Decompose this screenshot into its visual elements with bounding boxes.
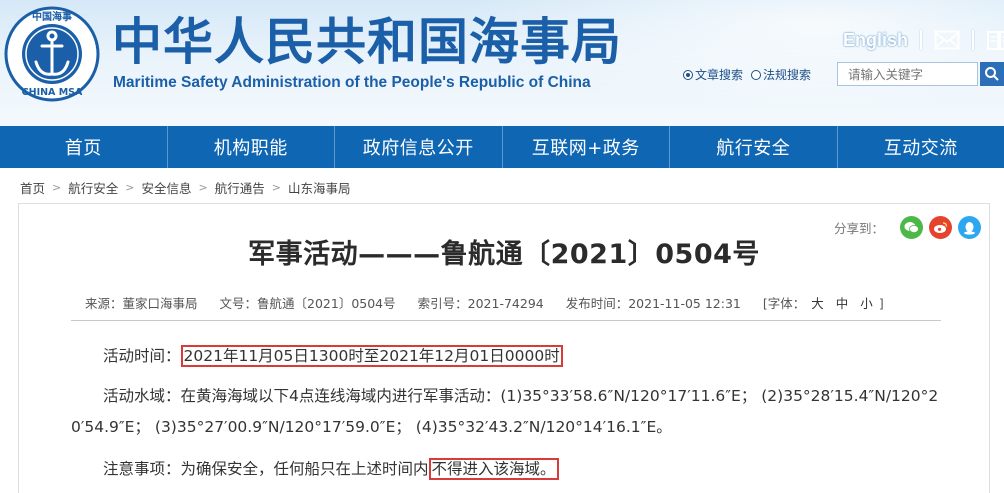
nav-item-gov-info[interactable]: 政府信息公开: [335, 126, 503, 168]
activity-area-line-1: 活动水域：在黄海海域以下4点连线海域内进行军事活动：(1)35°33′58.6″…: [103, 387, 939, 405]
font-size-bracket: ]: [878, 296, 884, 311]
activity-time-paragraph: 活动时间： 2021年11月05日1300时至2021年12月01日0000时: [103, 341, 959, 371]
site-title: 中华人民共和国海事局: [112, 13, 622, 71]
notice-paragraph: 注意事项：为确保安全，任何船只在上述时间内 不得进入该海域。: [103, 454, 959, 484]
msa-emblem-icon[interactable]: 中国海事 CHINA MSA: [4, 6, 100, 102]
activity-time-value: 2021年11月05日1300时至2021年12月01日0000时: [180, 345, 563, 367]
nav-item-internet-gov[interactable]: 互联网+政务: [503, 126, 670, 168]
search-icon: [985, 67, 999, 81]
chevron-right-icon: >: [271, 180, 281, 194]
breadcrumb-item[interactable]: 山东海事局: [288, 178, 351, 197]
font-size-label: [字体：: [762, 296, 806, 311]
meta-source: 来源：董家口海事局: [85, 296, 198, 311]
divider: [920, 30, 923, 50]
site-subtitle: Maritime Safety Administration of the Pe…: [113, 74, 591, 91]
breadcrumb-item[interactable]: 安全信息: [141, 178, 191, 197]
top-links: English: [843, 26, 1004, 54]
meta-index-number: 索引号：2021-74294: [417, 296, 544, 311]
article-meta: 来源：董家口海事局 文号：鲁航通〔2021〕0504号 索引号：2021-742…: [85, 293, 906, 312]
breadcrumb-item[interactable]: 首页: [20, 178, 45, 197]
article-title: 军事活动———鲁航通〔2021〕0504号: [248, 239, 760, 270]
divider: [71, 320, 941, 321]
nav-item-interaction[interactable]: 互动交流: [838, 126, 1004, 168]
chevron-right-icon: >: [125, 180, 135, 194]
font-size-controls: [字体： 大中小]: [763, 293, 884, 312]
chevron-right-icon: >: [198, 180, 208, 194]
emblem-bottom-text: CHINA MSA: [22, 87, 83, 98]
site-header: 中国海事 CHINA MSA 中华人民共和国海事局 Maritime Safet…: [0, 0, 1004, 126]
breadcrumb: 首页 > 航行安全 > 安全信息 > 航行通告 > 山东海事局: [20, 178, 350, 196]
search-option-laws-label: 法规搜索: [763, 68, 812, 82]
meta-doc-number: 文号：鲁航通〔2021〕0504号: [219, 296, 396, 311]
breadcrumb-item[interactable]: 航行通告: [215, 178, 265, 197]
search-option-articles[interactable]: 文章搜索: [683, 66, 743, 83]
font-size-large[interactable]: 大: [811, 296, 824, 311]
chevron-right-icon: >: [52, 180, 62, 194]
notice-value: 不得进入该海域。: [428, 458, 559, 480]
search-type-options: 文章搜索 法规搜索: [683, 66, 819, 83]
radio-unselected[interactable]: [751, 69, 762, 80]
nav-item-home[interactable]: 首页: [0, 126, 168, 168]
search-input[interactable]: [837, 62, 978, 86]
font-size-small[interactable]: 小: [860, 296, 873, 311]
radio-selected[interactable]: [683, 69, 693, 80]
activity-time-label: 活动时间：: [103, 347, 181, 365]
book-icon[interactable]: [986, 29, 1004, 51]
meta-publish-time: 发布时间：2021-11-05 12:31: [565, 296, 741, 311]
search-option-articles-label: 文章搜索: [695, 68, 744, 82]
english-link[interactable]: English: [843, 30, 908, 51]
activity-area-line-2: 0′54.9″E； (3)35°27′00.9″N/120°17′59.0″E；…: [71, 418, 672, 436]
nav-item-nav-safety[interactable]: 航行安全: [670, 126, 838, 168]
divider: [972, 30, 975, 50]
breadcrumb-item[interactable]: 航行安全: [68, 178, 118, 197]
mail-icon[interactable]: [934, 30, 960, 50]
emblem-top-text: 中国海事: [32, 10, 72, 23]
search-button[interactable]: [980, 62, 1004, 86]
main-nav: 首页 机构职能 政府信息公开 互联网+政务 航行安全 互动交流: [0, 126, 1004, 168]
notice-label: 注意事项：为确保安全，任何船只在上述时间内: [103, 460, 429, 478]
nav-item-functions[interactable]: 机构职能: [168, 126, 335, 168]
article-panel: 分享到： 军事活动———鲁航通〔2021〕0504号 来源：董家口海事局 文号：…: [18, 203, 990, 493]
font-size-medium[interactable]: 中: [836, 296, 849, 311]
search-option-laws[interactable]: 法规搜索: [751, 66, 811, 83]
